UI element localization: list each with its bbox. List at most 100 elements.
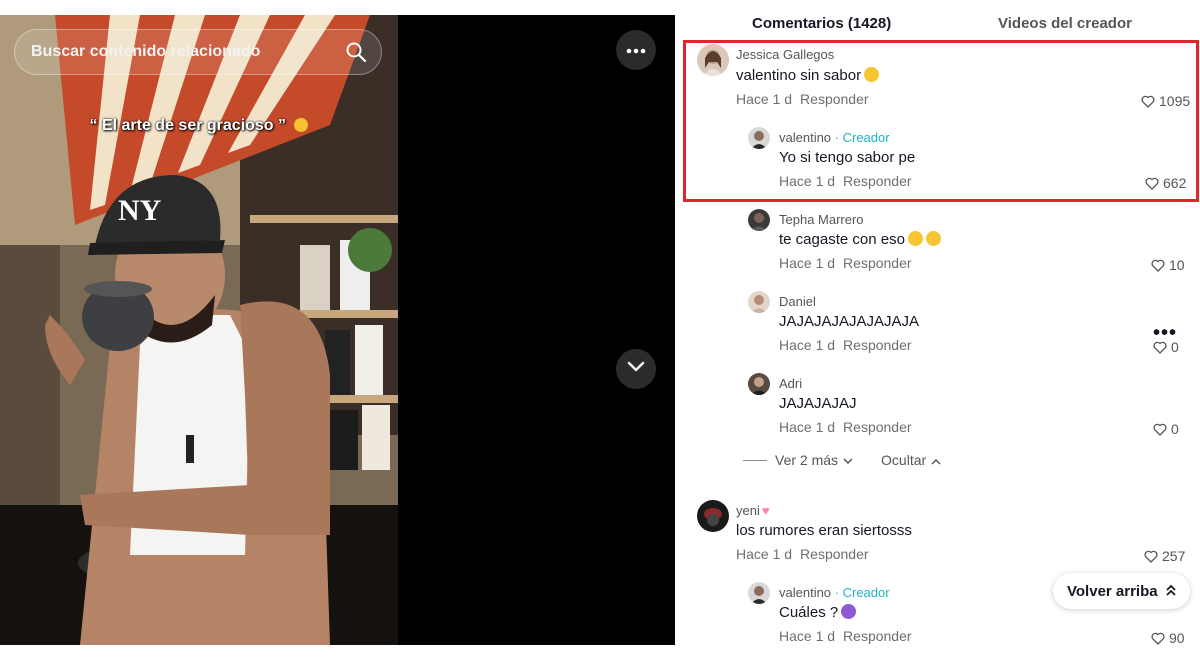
avatar[interactable]	[697, 44, 729, 76]
avatar[interactable]	[697, 500, 729, 532]
smirk-emoji-icon	[841, 604, 857, 619]
like-button[interactable]: 0	[1153, 421, 1179, 437]
reply-item: Adri JAJAJAJAJ Hace 1 d Responder 0	[748, 373, 1198, 443]
pink-heart-icon: ♥	[761, 503, 770, 518]
back-to-top-button[interactable]: Volver arriba	[1053, 573, 1190, 609]
video-caption-text: “ El arte de ser gracioso ”	[89, 117, 287, 134]
comment-username[interactable]: Jessica Gallegos	[736, 47, 834, 62]
reply-item: valentino · Creador Yo si tengo sabor pe…	[748, 127, 1198, 197]
comment-username[interactable]: yeni ♥	[736, 503, 770, 518]
chevrons-up-icon	[1165, 583, 1176, 600]
laughing-emoji-icon	[864, 67, 880, 82]
comment-meta: Hace 1 d Responder	[779, 419, 912, 435]
like-count: 90	[1169, 630, 1185, 646]
like-button[interactable]: 257	[1144, 548, 1185, 564]
reply-button[interactable]: Responder	[843, 337, 912, 353]
avatar[interactable]	[748, 127, 770, 149]
comment-username[interactable]: Tepha Marrero	[779, 212, 864, 227]
heart-outline-icon	[1145, 177, 1159, 190]
comment-time: Hace 1 d	[736, 91, 793, 107]
back-to-top-label: Volver arriba	[1067, 582, 1158, 600]
chevron-up-icon	[931, 452, 941, 468]
heart-outline-icon	[1151, 259, 1165, 272]
comment-username-text: yeni	[736, 503, 760, 518]
comment-text: los rumores eran siertosss	[736, 522, 912, 539]
show-more-label: Ver 2 más	[775, 452, 839, 468]
comment-time: Hace 1 d	[779, 255, 836, 271]
like-button[interactable]: 1095	[1141, 93, 1190, 109]
heart-outline-icon	[1151, 632, 1165, 645]
reply-button[interactable]: Responder	[843, 255, 912, 271]
comment-text: te cagaste con eso	[779, 231, 941, 248]
heart-outline-icon	[1141, 95, 1155, 108]
comment-meta: Hace 1 d Responder	[736, 546, 869, 562]
avatar[interactable]	[748, 373, 770, 395]
next-video-button[interactable]	[616, 349, 656, 389]
show-more-replies-button[interactable]: Ver 2 más	[775, 452, 853, 468]
like-button[interactable]: 10	[1151, 257, 1185, 273]
comment-username[interactable]: Adri	[779, 376, 802, 391]
search-icon[interactable]	[345, 41, 367, 63]
like-count: 0	[1171, 421, 1179, 437]
sad-emoji-icon	[294, 118, 309, 132]
more-options-button[interactable]	[616, 30, 656, 70]
hide-replies-button[interactable]: Ocultar	[881, 452, 941, 468]
video-still-image: NY	[0, 15, 398, 645]
comment-text: valentino sin sabor	[736, 67, 880, 84]
reply-button[interactable]: Responder	[800, 546, 869, 562]
heart-outline-icon	[1153, 423, 1167, 436]
comment-time: Hace 1 d	[779, 628, 836, 644]
reply-item: Tepha Marrero te cagaste con eso Hace 1 …	[748, 209, 1198, 279]
more-horizontal-icon	[626, 41, 646, 59]
comment-meta: Hace 1 d Responder	[779, 337, 912, 353]
reply-button[interactable]: Responder	[843, 419, 912, 435]
comment-text: JAJAJAJAJ	[779, 395, 857, 412]
video-frame[interactable]: NY “ El arte de ser gracioso ”	[0, 15, 398, 645]
avatar[interactable]	[748, 582, 770, 604]
laughing-emoji-icon	[925, 231, 941, 246]
like-button[interactable]: 90	[1151, 630, 1185, 646]
comment-time: Hace 1 d	[779, 173, 836, 189]
comment-meta: Hace 1 d Responder	[779, 628, 912, 644]
tab-comments[interactable]: Comentarios (1428)	[752, 15, 891, 32]
creator-tag: · Creador	[834, 585, 890, 600]
search-bar[interactable]	[14, 29, 382, 75]
reply-button[interactable]: Responder	[843, 628, 912, 644]
reply-button[interactable]: Responder	[800, 91, 869, 107]
search-input[interactable]	[31, 43, 345, 61]
video-caption: “ El arte de ser gracioso ”	[0, 117, 398, 135]
comment-text-content: te cagaste con eso	[779, 231, 905, 248]
comment-text: Cuáles ?	[779, 604, 857, 621]
comment-item: Jessica Gallegos valentino sin sabor Hac…	[697, 44, 1197, 114]
comment-time: Hace 1 d	[736, 546, 793, 562]
comment-text: JAJAJAJAJAJAJAJA	[779, 313, 920, 330]
chevron-down-icon	[843, 452, 853, 468]
laughing-emoji-icon	[907, 231, 923, 246]
like-count: 1095	[1159, 93, 1191, 109]
panel-tabs: Comentarios (1428) Videos del creador	[675, 0, 1200, 44]
divider	[743, 459, 767, 461]
heart-outline-icon	[1144, 550, 1158, 563]
comment-username[interactable]: Daniel	[779, 294, 816, 309]
creator-tag: · Creador	[834, 130, 890, 145]
comment-username[interactable]: valentino · Creador	[779, 130, 890, 145]
like-count: 10	[1169, 257, 1185, 273]
avatar[interactable]	[748, 209, 770, 231]
comment-username-text: valentino	[779, 130, 832, 145]
comment-meta: Hace 1 d Responder	[779, 173, 912, 189]
comment-username[interactable]: valentino · Creador	[779, 585, 890, 600]
comment-text-content: valentino sin sabor	[736, 67, 862, 84]
tab-creator-videos[interactable]: Videos del creador	[998, 15, 1132, 32]
avatar[interactable]	[748, 291, 770, 313]
video-player[interactable]: NY “ El arte de ser gracioso ”	[0, 15, 675, 645]
comment-more-icon[interactable]: •••	[1153, 322, 1177, 345]
like-button[interactable]: 662	[1145, 175, 1186, 191]
comment-item: yeni ♥ los rumores eran siertosss Hace 1 …	[697, 500, 1197, 570]
comment-time: Hace 1 d	[779, 337, 836, 353]
chevron-down-icon	[627, 360, 645, 378]
hide-label: Ocultar	[881, 452, 927, 468]
comment-text: Yo si tengo sabor pe	[779, 149, 916, 166]
comment-username-text: valentino	[779, 585, 832, 600]
reply-button[interactable]: Responder	[843, 173, 912, 189]
like-count: 257	[1162, 548, 1186, 564]
